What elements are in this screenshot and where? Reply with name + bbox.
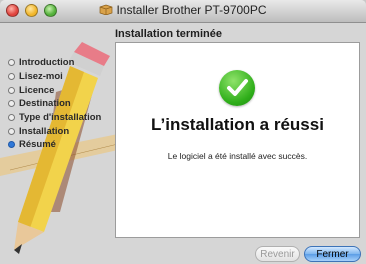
success-checkmark-icon [219, 70, 255, 106]
sidebar: Introduction Lisez-moi Licence Destinati… [0, 22, 118, 264]
sidebar-item-introduction: Introduction [8, 56, 101, 70]
content-panel: L’installation a réussi Le logiciel a ét… [115, 42, 360, 238]
success-headline: L’installation a réussi [151, 115, 324, 134]
window-title: Installer Brother PT-9700PC [116, 3, 267, 17]
sidebar-item-licence: Licence [8, 83, 101, 97]
success-message: Le logiciel a été installé avec succès. [167, 151, 308, 161]
sidebar-item-type-installation: Type d'installation [8, 111, 101, 125]
step-bullet [8, 59, 15, 67]
sidebar-item-installation: Installation [8, 124, 101, 138]
step-bullet [8, 114, 15, 122]
sidebar-item-label: Licence [19, 84, 55, 96]
sidebar-item-label: Résumé [19, 139, 56, 151]
close-button[interactable]: Fermer [304, 246, 361, 262]
checkmark-glyph [227, 79, 248, 96]
sidebar-item-label: Lisez-moi [19, 71, 63, 83]
step-bullet [8, 86, 15, 94]
step-bullet [8, 100, 15, 108]
sidebar-item-label: Introduction [19, 57, 75, 69]
step-bullet-active [8, 141, 15, 149]
back-button[interactable]: Revenir [255, 246, 300, 262]
sidebar-item-label: Type d'installation [19, 112, 102, 124]
title-bar[interactable]: Installer Brother PT-9700PC [0, 0, 366, 23]
step-list: Introduction Lisez-moi Licence Destinati… [8, 56, 101, 152]
sidebar-item-label: Destination [19, 98, 71, 110]
window-title-group: Installer Brother PT-9700PC [0, 3, 366, 17]
sidebar-item-lisez-moi: Lisez-moi [8, 70, 101, 84]
sidebar-item-destination: Destination [8, 97, 101, 111]
step-bullet [8, 73, 15, 81]
step-title: Installation terminée [115, 28, 222, 40]
sidebar-item-resume: Résumé [8, 138, 101, 152]
package-icon [100, 4, 113, 15]
step-bullet [8, 127, 15, 135]
installer-window: Installer Brother PT-9700PC Installation… [0, 0, 366, 264]
sidebar-item-label: Installation [19, 125, 70, 137]
